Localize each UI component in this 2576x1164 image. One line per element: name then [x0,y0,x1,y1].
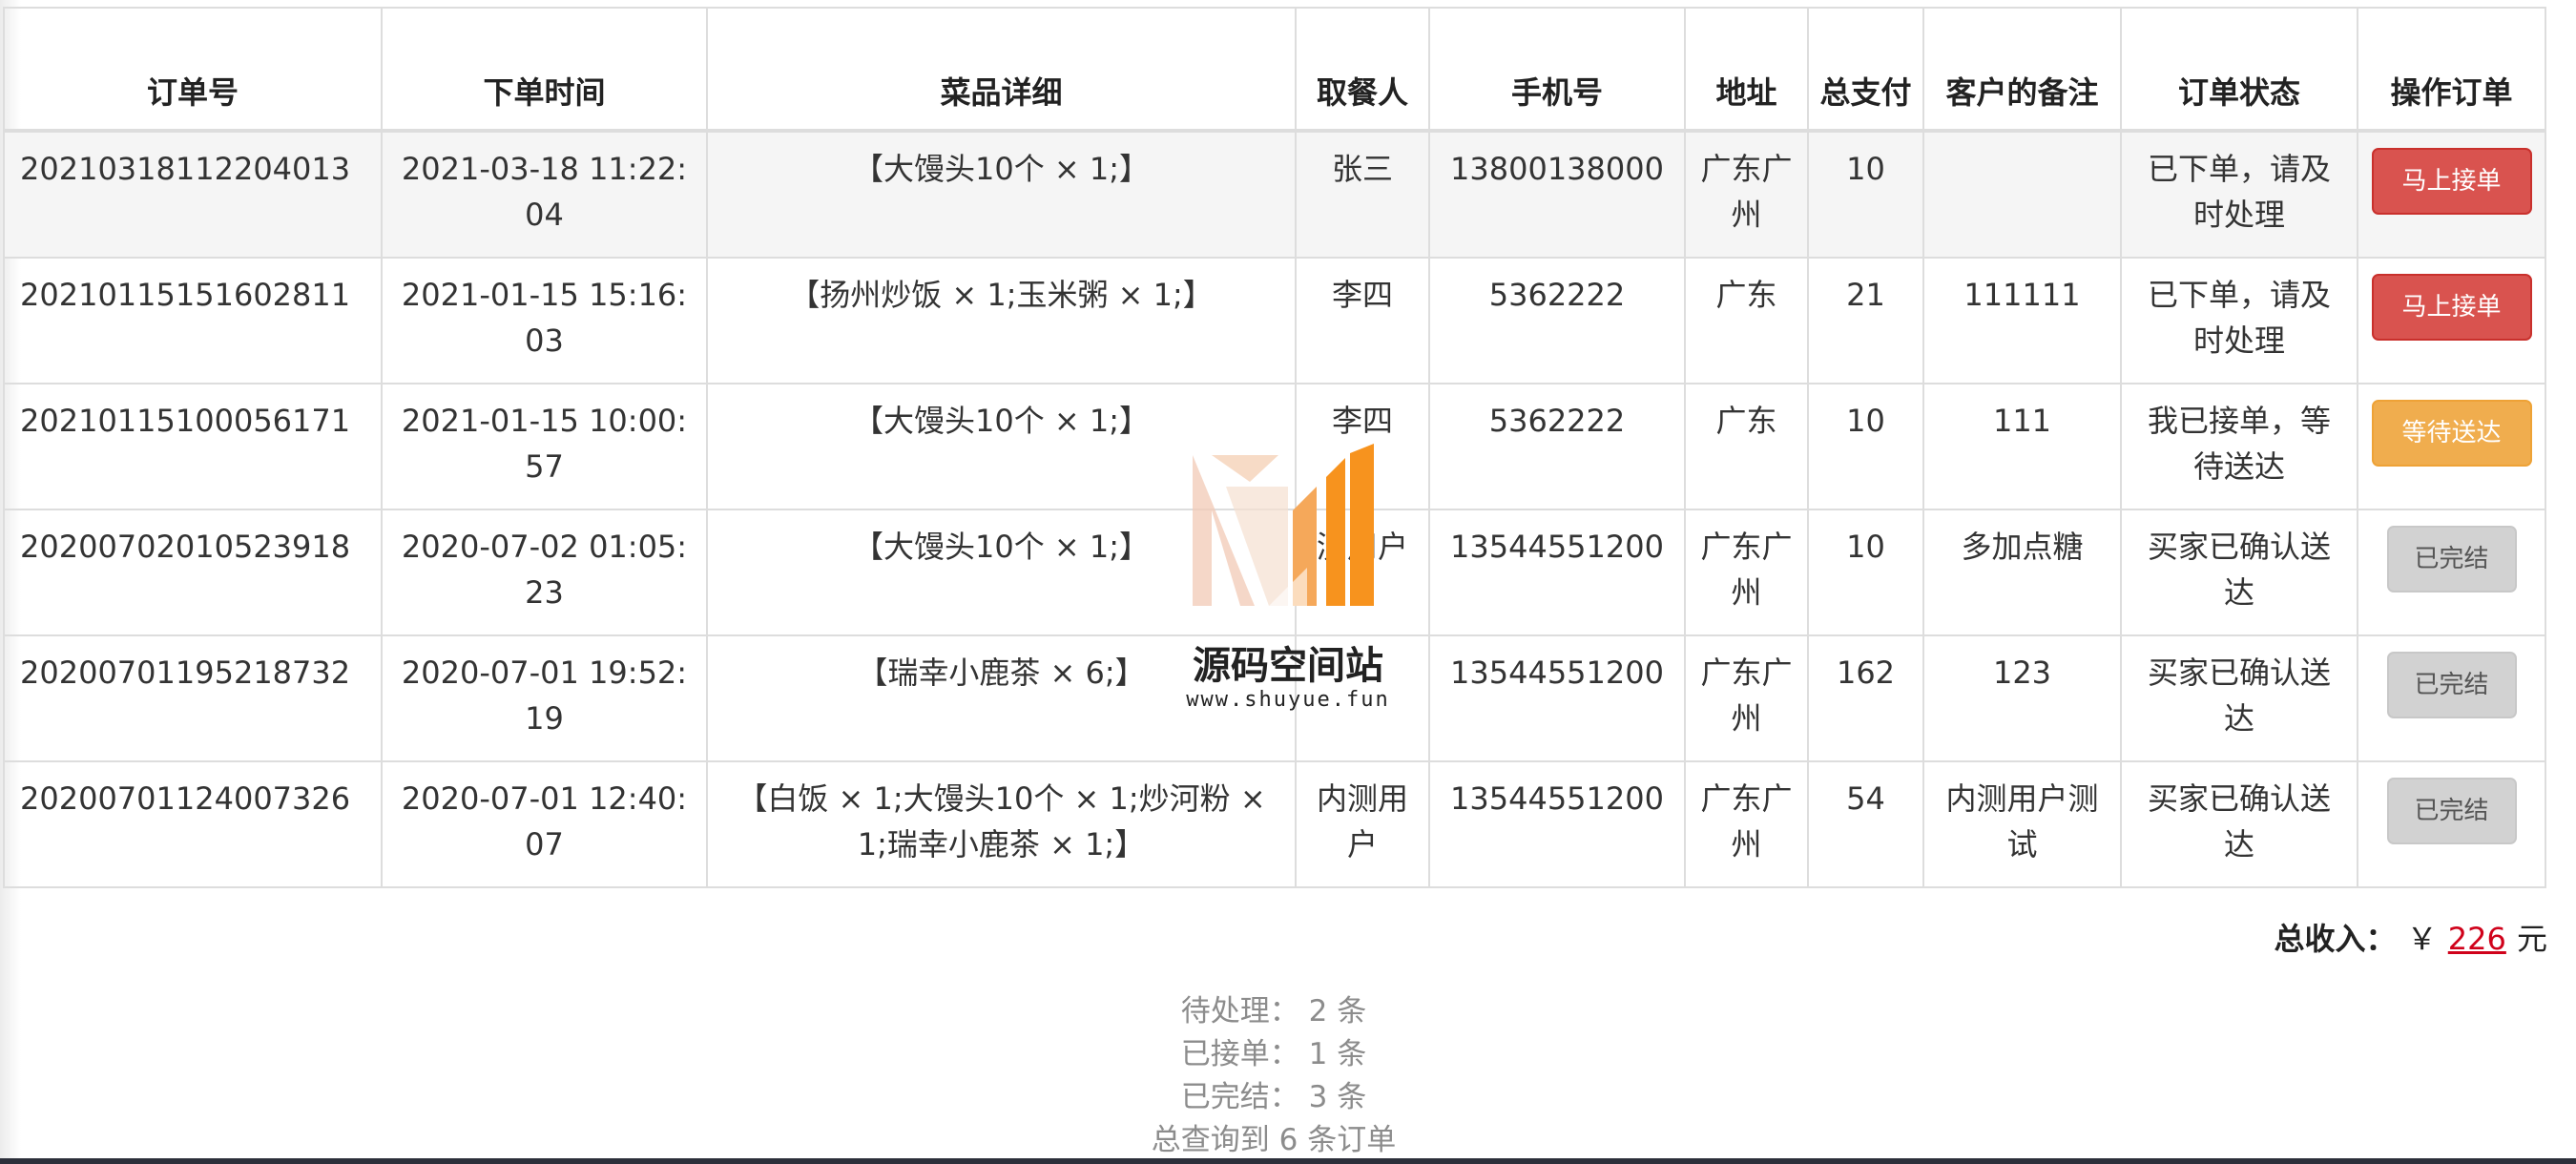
phone-cell: 13544551200 [1428,760,1686,888]
status-cell: 我已接单，等待送达 [2120,383,2358,510]
total-income-label: 总收入： [2274,921,2397,957]
action-cell: 等待送达 [2357,383,2546,510]
order-summary: 待处理： 2 条 已接单： 1 条 已完结： 3 条 总查询到 6 条订单 [0,990,2547,1162]
remark-cell: 内测用户测试 [1922,760,2122,888]
total-cell: 10 [1807,383,1924,510]
completed-button[interactable]: 已完结 [2386,778,2517,844]
pending-count: 待处理： 2 条 [1180,994,1367,1029]
header-order-id: 订单号 [3,7,383,133]
order-id-cell: 20200701195218732 [3,634,383,762]
order-id-cell: 20210115100056171 [3,383,383,510]
address-cell: 广东广州 [1684,634,1809,762]
phone-cell: 5362222 [1428,257,1686,385]
remark-cell: 多加点糖 [1922,509,2122,636]
currency-unit: 元 [2516,921,2547,957]
receiver-cell: 内测用户 [1295,760,1430,888]
order-items-cell: 【大馒头10个 × 1;】 [706,509,1297,636]
table-row: 20210318112204013 2021-03-18 11:22:04 【大… [3,130,2546,259]
order-time-cell: 2020-07-01 12:40:07 [381,760,708,888]
currency-symbol: ￥ [2406,921,2438,957]
order-id-cell: 20200701124007326 [3,760,383,888]
order-items-cell: 【大馒头10个 × 1;】 [706,130,1297,259]
total-order-count: 总查询到 6 条订单 [1151,1123,1397,1157]
completed-button[interactable]: 已完结 [2386,526,2517,592]
orders-page: 订单号 下单时间 菜品详细 取餐人 手机号 地址 总支付 客户的备注 订单状态 … [0,0,2576,1164]
total-cell: 54 [1807,760,1924,888]
phone-cell: 13800138000 [1428,130,1686,259]
table-row: 20210115100056171 2021-01-15 10:00:57 【大… [3,383,2546,510]
header-phone: 手机号 [1428,7,1686,133]
address-cell: 广东广州 [1684,509,1809,636]
order-items-cell: 【大馒头10个 × 1;】 [706,383,1297,510]
receiver-cell [1295,634,1430,762]
status-cell: 买家已确认送达 [2120,634,2358,762]
table-header-row: 订单号 下单时间 菜品详细 取餐人 手机号 地址 总支付 客户的备注 订单状态 … [3,7,2546,133]
accepted-count: 已接单： 1 条 [1180,1037,1367,1071]
address-cell: 广东广州 [1684,130,1809,259]
phone-cell: 13544551200 [1428,634,1686,762]
completed-count: 已完结： 3 条 [1180,1080,1367,1114]
order-items-cell: 【扬州炒饭 × 1;玉米粥 × 1;】 [706,257,1297,385]
order-items-cell: 【瑞幸小鹿茶 × 6;】 [706,634,1297,762]
order-items-cell: 【白饭 × 1;大馒头10个 × 1;炒河粉 × 1;瑞幸小鹿茶 × 1;】 [706,760,1297,888]
action-cell: 已完结 [2357,509,2546,636]
accept-order-button[interactable]: 马上接单 [2371,274,2532,341]
receiver-cell: 李四 [1295,383,1430,510]
order-time-cell: 2021-03-18 11:22:04 [381,130,708,259]
phone-cell: 13544551200 [1428,509,1686,636]
total-cell: 10 [1807,509,1924,636]
table-row: 20210115151602811 2021-01-15 15:16:03 【扬… [3,257,2546,385]
action-cell: 马上接单 [2357,130,2546,259]
orders-table: 订单号 下单时间 菜品详细 取餐人 手机号 地址 总支付 客户的备注 订单状态 … [3,7,2546,888]
header-total: 总支付 [1807,7,1924,133]
action-cell: 马上接单 [2357,257,2546,385]
header-action: 操作订单 [2357,7,2546,133]
remark-cell: 111 [1922,383,2122,510]
status-cell: 买家已确认送达 [2120,509,2358,636]
total-cell: 10 [1807,130,1924,259]
header-items: 菜品详细 [706,7,1297,133]
total-income-amount: 226 [2447,921,2506,957]
status-cell: 已下单，请及时处理 [2120,130,2358,259]
status-cell: 买家已确认送达 [2120,760,2358,888]
header-order-time: 下单时间 [381,7,708,133]
status-cell: 已下单，请及时处理 [2120,257,2358,385]
order-time-cell: 2020-07-02 01:05:23 [381,509,708,636]
header-status: 订单状态 [2120,7,2358,133]
address-cell: 广东 [1684,257,1809,385]
bottom-window-edge [0,1158,2576,1164]
receiver-cell: 张三 [1295,130,1430,259]
order-time-cell: 2020-07-01 19:52:19 [381,634,708,762]
table-row: 20200701124007326 2020-07-01 12:40:07 【白… [3,760,2546,888]
phone-cell: 5362222 [1428,383,1686,510]
remark-cell: 111111 [1922,257,2122,385]
order-id-cell: 20210318112204013 [3,130,383,259]
remark-cell: 123 [1922,634,2122,762]
accept-order-button[interactable]: 马上接单 [2371,148,2532,215]
total-cell: 21 [1807,257,1924,385]
total-cell: 162 [1807,634,1924,762]
header-receiver: 取餐人 [1295,7,1430,133]
completed-button[interactable]: 已完结 [2386,652,2517,718]
action-cell: 已完结 [2357,760,2546,888]
table-row: 20200701195218732 2020-07-01 19:52:19 【瑞… [3,634,2546,762]
order-time-cell: 2021-01-15 10:00:57 [381,383,708,510]
total-income: 总收入： ￥ 226 元 [2274,916,2547,962]
address-cell: 广东广州 [1684,760,1809,888]
order-id-cell: 20210115151602811 [3,257,383,385]
address-cell: 广东 [1684,383,1809,510]
header-remark: 客户的备注 [1922,7,2122,133]
awaiting-delivery-button[interactable]: 等待送达 [2371,400,2532,467]
table-row: 20200702010523918 2020-07-02 01:05:23 【大… [3,509,2546,636]
order-id-cell: 20200702010523918 [3,509,383,636]
receiver-cell: 李四 [1295,257,1430,385]
action-cell: 已完结 [2357,634,2546,762]
remark-cell [1922,130,2122,259]
order-time-cell: 2021-01-15 15:16:03 [381,257,708,385]
header-address: 地址 [1684,7,1809,133]
receiver-cell: 测用户 [1295,509,1430,636]
